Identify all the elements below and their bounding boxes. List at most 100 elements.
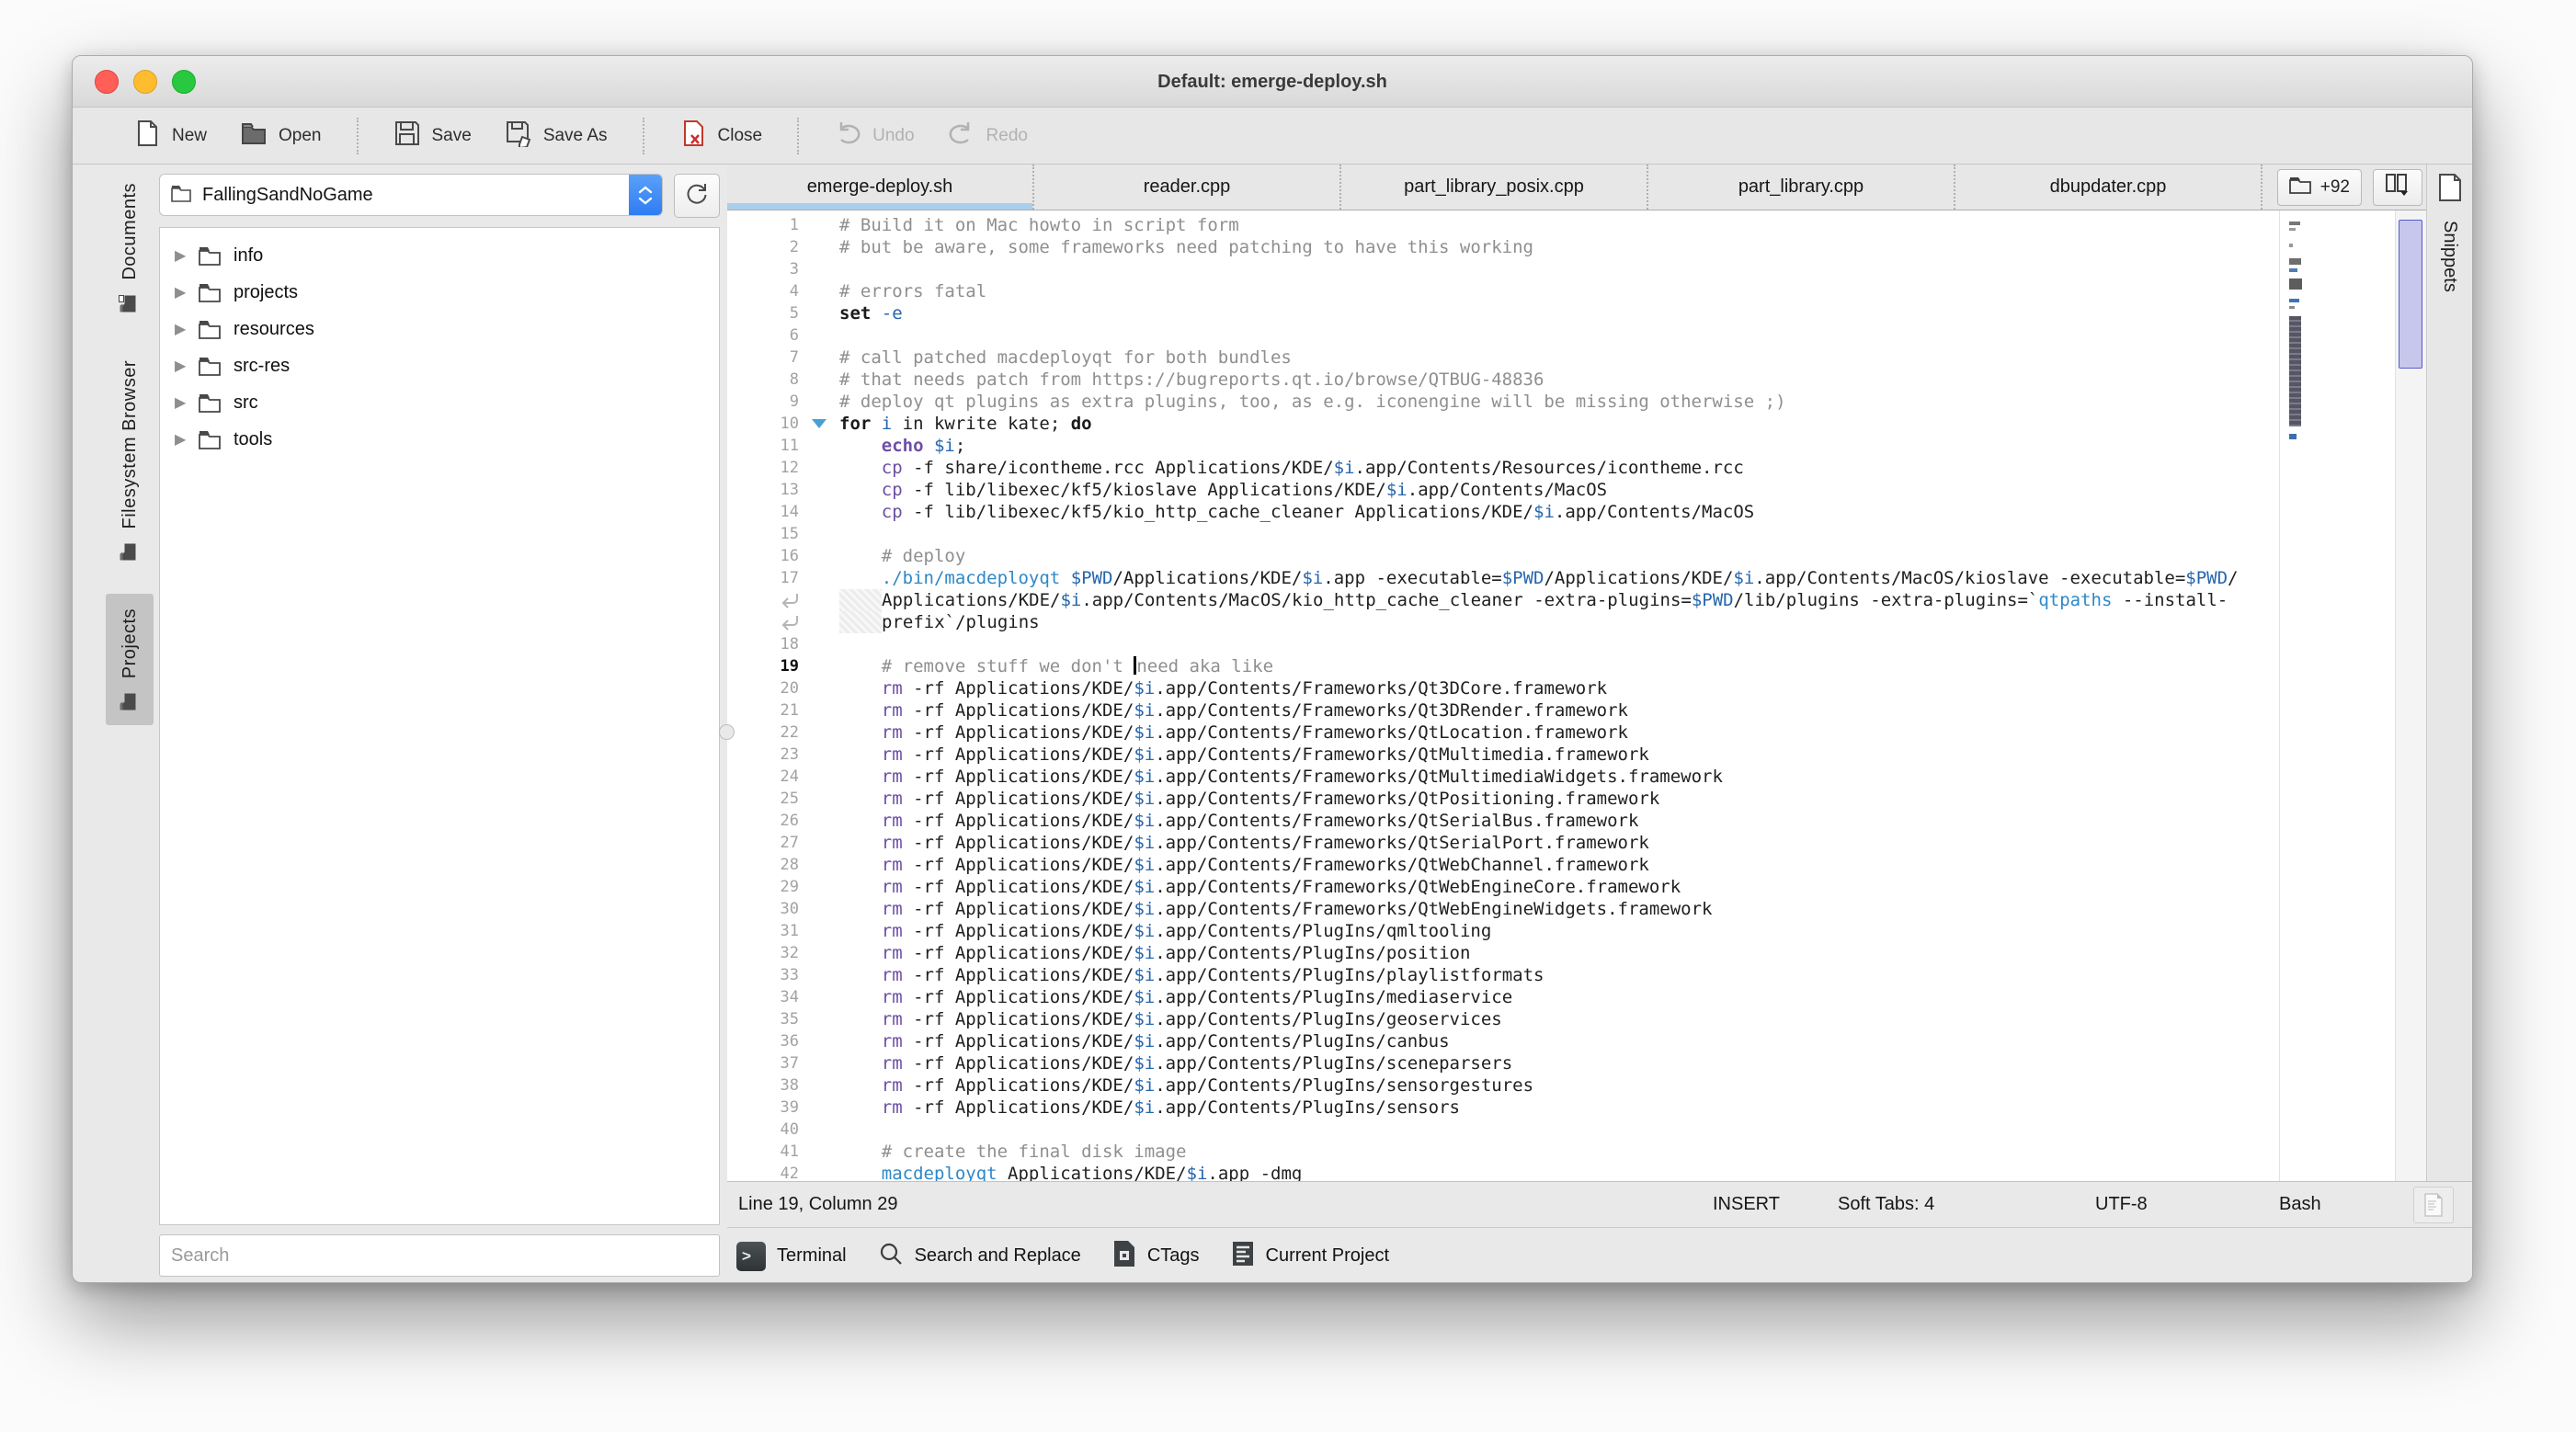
hidden-documents-button[interactable]: +92	[2277, 169, 2362, 206]
code-text[interactable]: # errors fatal	[836, 280, 2279, 302]
code-line[interactable]: 35 rm -rf Applications/KDE/$i.app/Conten…	[727, 1008, 2279, 1030]
undo-button[interactable]: Undo	[817, 112, 930, 160]
code-line[interactable]: Applications/KDE/$i.app/Contents/MacOS/k…	[727, 589, 2279, 611]
code-line[interactable]: 31 rm -rf Applications/KDE/$i.app/Conten…	[727, 920, 2279, 942]
tab-mode[interactable]: Soft Tabs: 4	[1838, 1182, 1934, 1227]
code-line[interactable]: 32 rm -rf Applications/KDE/$i.app/Conten…	[727, 942, 2279, 964]
code-line[interactable]: 41 # create the final disk image	[727, 1141, 2279, 1163]
code-text[interactable]: rm -rf Applications/KDE/$i.app/Contents/…	[836, 986, 2279, 1008]
expander-icon[interactable]: ▶	[175, 393, 199, 412]
tree-item-projects[interactable]: ▶ projects	[160, 274, 719, 311]
redo-button[interactable]: Redo	[931, 112, 1044, 160]
expander-icon[interactable]: ▶	[175, 320, 199, 338]
code-text[interactable]	[836, 1119, 2279, 1141]
code-text[interactable]: rm -rf Applications/KDE/$i.app/Contents/…	[836, 898, 2279, 920]
scrollbar-thumb[interactable]	[2399, 220, 2422, 369]
code-text[interactable]: set -e	[836, 302, 2279, 324]
encoding[interactable]: UTF-8	[2095, 1182, 2148, 1227]
project-selector[interactable]: FallingSandNoGame	[159, 174, 663, 216]
code-line[interactable]: 2# but be aware, some frameworks need pa…	[727, 236, 2279, 258]
code-text[interactable]: rm -rf Applications/KDE/$i.app/Contents/…	[836, 744, 2279, 766]
code-text[interactable]: rm -rf Applications/KDE/$i.app/Contents/…	[836, 677, 2279, 699]
code-line[interactable]: 8# that needs patch from https://bugrepo…	[727, 369, 2279, 391]
reload-project-button[interactable]	[674, 174, 720, 218]
code-line[interactable]: 37 rm -rf Applications/KDE/$i.app/Conten…	[727, 1052, 2279, 1074]
code-line[interactable]: 25 rm -rf Applications/KDE/$i.app/Conten…	[727, 788, 2279, 810]
code-text[interactable]: # remove stuff we don't need aka like	[836, 655, 2279, 677]
code-line[interactable]: 12 cp -f share/icontheme.rcc Application…	[727, 457, 2279, 479]
terminal-toolview-button[interactable]: > Terminal	[736, 1242, 847, 1271]
input-mode[interactable]: INSERT	[1713, 1182, 1780, 1227]
code-text[interactable]: prefix`/plugins	[836, 611, 2279, 633]
code-text[interactable]: rm -rf Applications/KDE/$i.app/Contents/…	[836, 788, 2279, 810]
code-lines[interactable]: 1# Build it on Mac howto in script form2…	[727, 210, 2279, 1181]
code-text[interactable]: rm -rf Applications/KDE/$i.app/Contents/…	[836, 876, 2279, 898]
code-text[interactable]: rm -rf Applications/KDE/$i.app/Contents/…	[836, 1074, 2279, 1097]
code-line[interactable]: 42 macdeployqt Applications/KDE/$i.app -…	[727, 1163, 2279, 1181]
sidebar-tab-documents[interactable]: Documents	[106, 168, 154, 327]
expander-icon[interactable]: ▶	[175, 430, 199, 449]
code-text[interactable]	[836, 633, 2279, 655]
code-text[interactable]: rm -rf Applications/KDE/$i.app/Contents/…	[836, 810, 2279, 832]
code-line[interactable]: 19 # remove stuff we don't need aka like	[727, 655, 2279, 677]
code-line[interactable]: 4# errors fatal	[727, 280, 2279, 302]
sidebar-tab-projects[interactable]: Projects	[106, 594, 154, 725]
tab-emerge-deploy-sh[interactable]: emerge-deploy.sh	[727, 165, 1034, 210]
code-line[interactable]: 17 ./bin/macdeployqt $PWD/Applications/K…	[727, 567, 2279, 589]
tab-reader-cpp[interactable]: reader.cpp	[1034, 165, 1341, 210]
code-text[interactable]: macdeployqt Applications/KDE/$i.app -dmg	[836, 1163, 2279, 1181]
code-text[interactable]: rm -rf Applications/KDE/$i.app/Contents/…	[836, 854, 2279, 876]
code-line[interactable]: 24 rm -rf Applications/KDE/$i.app/Conten…	[727, 766, 2279, 788]
search-replace-toolview-button[interactable]: Search and Replace	[878, 1241, 1081, 1272]
cursor-position[interactable]: Line 19, Column 29	[738, 1182, 897, 1227]
code-text[interactable]	[836, 258, 2279, 280]
code-text[interactable]: cp -f lib/libexec/kf5/kio_http_cache_cle…	[836, 501, 2279, 523]
sidebar-tab-filesystem-browser[interactable]: Filesystem Browser	[106, 346, 154, 575]
code-line[interactable]: 18	[727, 633, 2279, 655]
code-line[interactable]: 30 rm -rf Applications/KDE/$i.app/Conten…	[727, 898, 2279, 920]
code-line[interactable]: 3	[727, 258, 2279, 280]
document-preview-button[interactable]	[2413, 1187, 2454, 1223]
code-text[interactable]: ./bin/macdeployqt $PWD/Applications/KDE/…	[836, 567, 2279, 589]
selector-spinner-icon[interactable]	[629, 174, 662, 216]
code-text[interactable]: rm -rf Applications/KDE/$i.app/Contents/…	[836, 722, 2279, 744]
code-line[interactable]: 6	[727, 324, 2279, 347]
code-text[interactable]: rm -rf Applications/KDE/$i.app/Contents/…	[836, 832, 2279, 854]
code-text[interactable]: # deploy qt plugins as extra plugins, to…	[836, 391, 2279, 413]
code-line[interactable]: 26 rm -rf Applications/KDE/$i.app/Conten…	[727, 810, 2279, 832]
code-line[interactable]: 28 rm -rf Applications/KDE/$i.app/Conten…	[727, 854, 2279, 876]
code-line[interactable]: 21 rm -rf Applications/KDE/$i.app/Conten…	[727, 699, 2279, 722]
code-line[interactable]: 10for i in kwrite kate; do	[727, 413, 2279, 435]
code-text[interactable]: rm -rf Applications/KDE/$i.app/Contents/…	[836, 920, 2279, 942]
code-text[interactable]: for i in kwrite kate; do	[836, 413, 2279, 435]
code-text[interactable]: # create the final disk image	[836, 1141, 2279, 1163]
code-text[interactable]: rm -rf Applications/KDE/$i.app/Contents/…	[836, 699, 2279, 722]
code-line[interactable]: 16 # deploy	[727, 545, 2279, 567]
code-text[interactable]: rm -rf Applications/KDE/$i.app/Contents/…	[836, 1030, 2279, 1052]
code-line[interactable]: 38 rm -rf Applications/KDE/$i.app/Conten…	[727, 1074, 2279, 1097]
expander-icon[interactable]: ▶	[175, 357, 199, 375]
save-as-button[interactable]: Save As	[488, 112, 624, 160]
expander-icon[interactable]: ▶	[175, 283, 199, 301]
code-line[interactable]: 33 rm -rf Applications/KDE/$i.app/Conten…	[727, 964, 2279, 986]
code-text[interactable]: # but be aware, some frameworks need pat…	[836, 236, 2279, 258]
tree-item-info[interactable]: ▶ info	[160, 237, 719, 274]
expander-icon[interactable]: ▶	[175, 246, 199, 265]
code-text[interactable]: cp -f lib/libexec/kf5/kioslave Applicati…	[836, 479, 2279, 501]
project-search-input[interactable]	[159, 1234, 720, 1277]
code-line[interactable]: 34 rm -rf Applications/KDE/$i.app/Conten…	[727, 986, 2279, 1008]
current-project-toolview-button[interactable]: Current Project	[1231, 1240, 1390, 1273]
code-text[interactable]: # Build it on Mac howto in script form	[836, 214, 2279, 236]
tree-item-resources[interactable]: ▶ resources	[160, 311, 719, 347]
code-text[interactable]: # that needs patch from https://bugrepor…	[836, 369, 2279, 391]
new-button[interactable]: New	[117, 112, 223, 160]
code-text[interactable]	[836, 523, 2279, 545]
code-line[interactable]: prefix`/plugins	[727, 611, 2279, 633]
syntax-mode[interactable]: Bash	[2279, 1182, 2321, 1227]
code-text[interactable]: rm -rf Applications/KDE/$i.app/Contents/…	[836, 1097, 2279, 1119]
tab-part-library-posix-cpp[interactable]: part_library_posix.cpp	[1341, 165, 1648, 210]
code-line[interactable]: 11 echo $i;	[727, 435, 2279, 457]
tree-item-tools[interactable]: ▶ tools	[160, 421, 719, 458]
code-line[interactable]: 36 rm -rf Applications/KDE/$i.app/Conten…	[727, 1030, 2279, 1052]
code-line[interactable]: 40	[727, 1119, 2279, 1141]
